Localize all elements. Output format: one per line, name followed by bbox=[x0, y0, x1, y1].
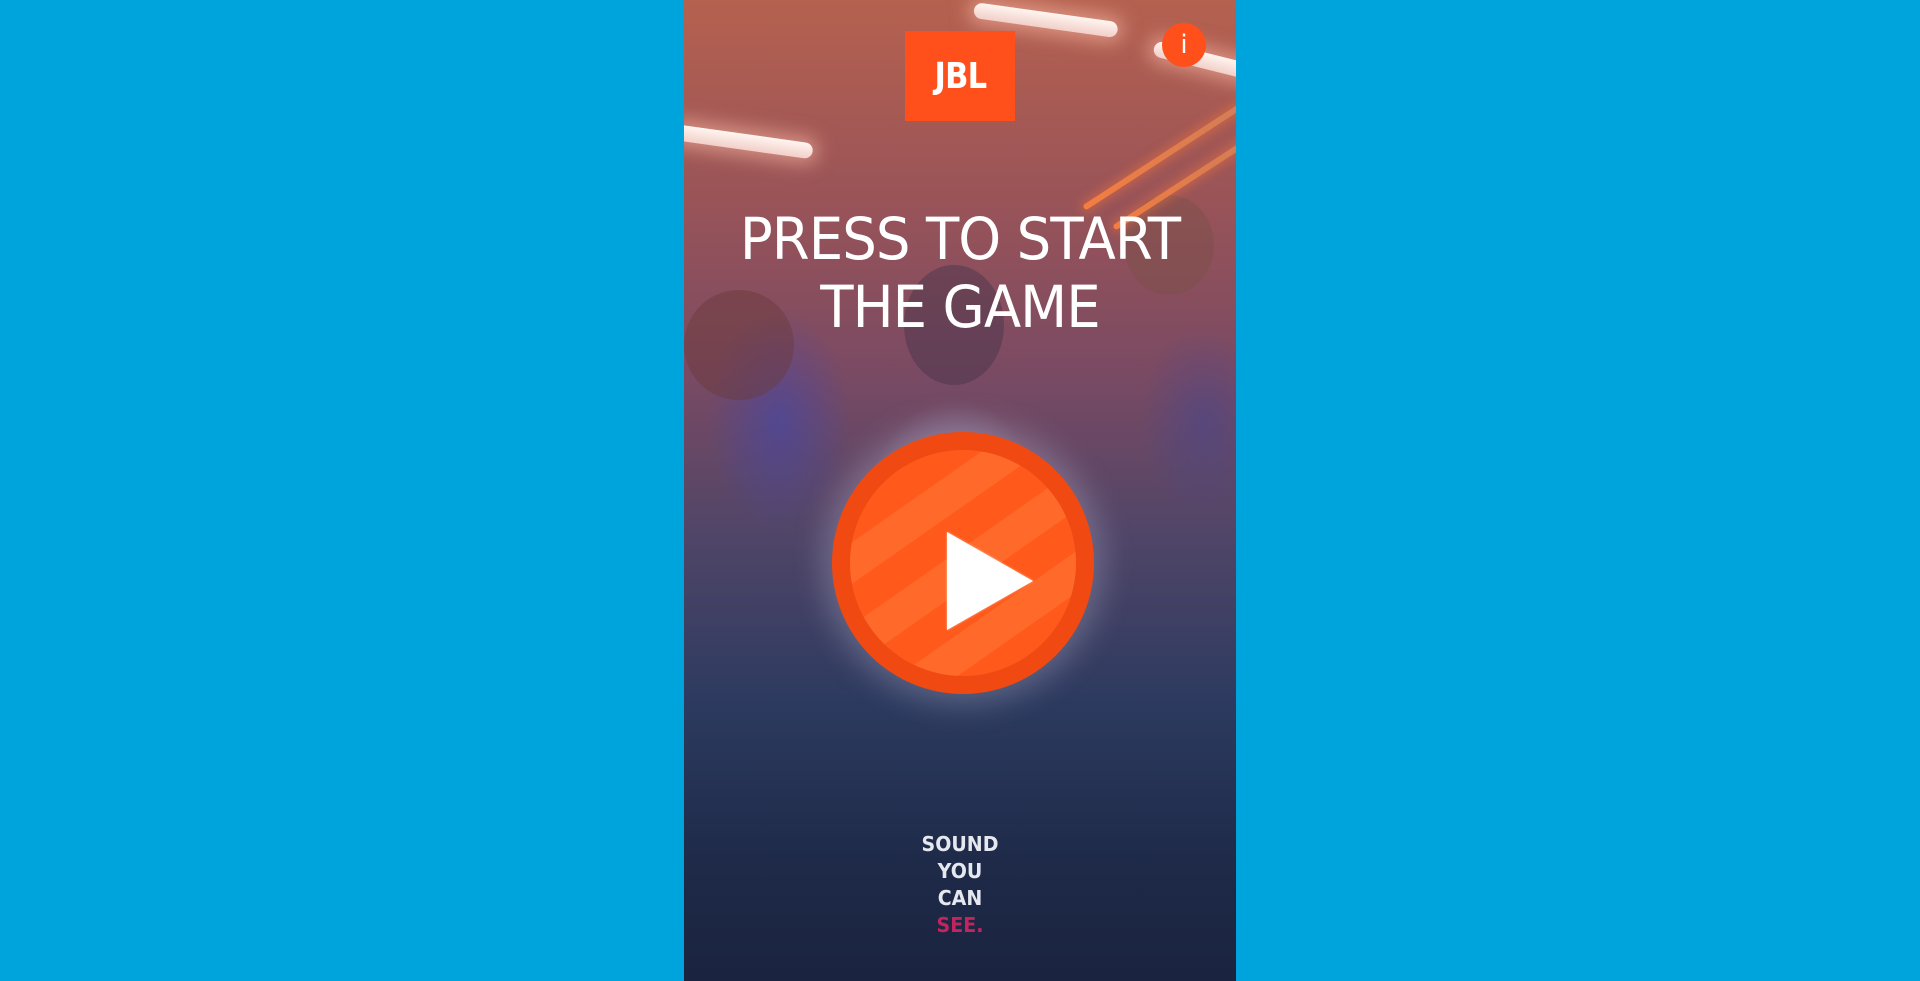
start-title-line-2: THE GAME bbox=[820, 273, 1101, 341]
info-button[interactable]: i bbox=[1162, 23, 1206, 67]
tagline: SOUND YOU CAN SEE. bbox=[698, 831, 1222, 939]
game-stage: JBL i PRESS TO START THE GAME SOUND YOU … bbox=[684, 0, 1236, 981]
tagline-line-4: SEE. bbox=[936, 913, 984, 937]
tagline-line-1: SOUND bbox=[921, 832, 999, 856]
tagline-line-3: CAN bbox=[937, 886, 983, 910]
start-title-line-1: PRESS TO START bbox=[739, 205, 1181, 273]
start-title: PRESS TO START THE GAME bbox=[701, 205, 1220, 341]
ceiling-light bbox=[684, 124, 814, 160]
info-icon: i bbox=[1180, 30, 1188, 60]
play-icon bbox=[947, 532, 1033, 630]
play-button[interactable] bbox=[832, 432, 1094, 694]
tagline-line-2: YOU bbox=[937, 859, 983, 883]
jbl-logo: JBL bbox=[905, 31, 1015, 121]
jbl-logo-text: JBL bbox=[934, 55, 987, 97]
play-button-face bbox=[850, 450, 1076, 676]
